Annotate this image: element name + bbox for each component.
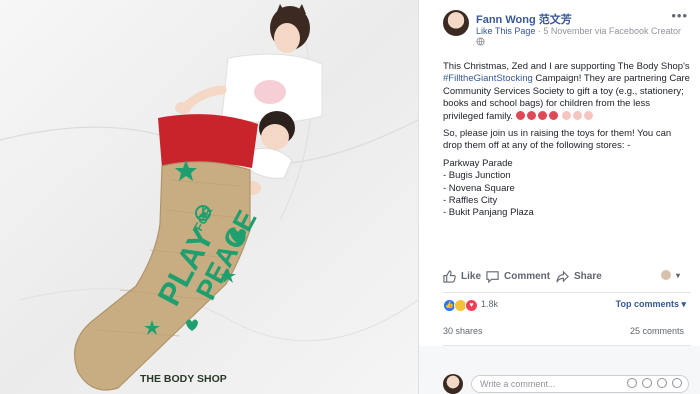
reaction-summary[interactable]: 👍 ♥ 1.8k [443,298,498,312]
comments-count[interactable]: 25 comments [630,326,684,336]
photo-illustration: PLAY FOR PEACE THE BODY SHOP [0,0,418,394]
face-emoji-icon [573,110,583,120]
comment-placeholder: Write a comment... [480,379,556,389]
viewer-avatar [443,374,463,394]
store-item: - Raffles City [443,195,498,207]
chevron-down-icon: ▾ [676,270,681,280]
post-body: This Christmas, Zed and I are supporting… [443,61,691,220]
shares-count[interactable]: 30 shares [443,326,483,336]
divider [443,292,691,293]
store-list: Parkway Parade - Bugis Junction - Novena… [443,158,691,220]
like-button[interactable]: Like [443,270,481,283]
author-avatar[interactable] [443,10,469,36]
post-panel: Fann Wong 范文芳 ••• Like This Page · 5 Nov… [418,0,700,394]
paragraph1-start: This Christmas, Zed and I are supporting… [443,61,690,72]
author-name[interactable]: Fann Wong 范文芳 [476,11,572,27]
share-button[interactable]: Share [556,270,602,283]
speech-bubble-icon [486,271,499,283]
hashtag-link[interactable]: #FilltheGiantStocking [443,73,533,84]
post-photo[interactable]: PLAY FOR PEACE THE BODY SHOP [0,0,418,394]
store-item: Parkway Parade [443,157,513,169]
like-label: Like [461,271,482,282]
stocking-cuff [158,114,258,168]
camera-icon[interactable] [642,378,652,388]
meta-separator: · [537,26,541,36]
small-avatar [661,270,671,280]
like-page-link[interactable]: Like This Page [476,26,535,36]
sticker-icon[interactable] [672,378,682,388]
top-comments-dropdown[interactable]: Top comments ▾ [616,299,686,310]
face-emoji-icon [584,110,594,120]
share-label: Share [574,271,602,282]
face-emoji-icon [562,110,572,120]
globe-icon [476,37,485,48]
audience-selector[interactable]: ▾ [661,270,680,280]
share-arrow-icon [556,270,569,283]
love-reaction-icon: ♥ [465,298,478,312]
store-item: - Novena Square [443,182,515,194]
post-actions: Like Comment Share ▾ [443,270,691,286]
gift-emoji-icon [548,110,558,120]
gift-emoji-icon [526,110,536,120]
comment-label: Comment [504,271,551,282]
post-date[interactable]: 5 November via Facebook Creator [543,26,681,36]
comment-button[interactable]: Comment [486,270,550,283]
composer-icons [627,378,682,388]
emoji-icon[interactable] [627,378,637,388]
stocking-brand: THE BODY SHOP [140,373,227,385]
post-paragraph-1: This Christmas, Zed and I are supporting… [443,61,691,123]
thumbs-up-icon [443,270,456,283]
gif-icon[interactable] [657,378,667,388]
store-item: - Bukit Panjang Plaza [443,207,534,219]
more-icon[interactable]: ••• [671,8,688,23]
post-meta: Like This Page · 5 November via Facebook… [476,26,681,36]
comment-input[interactable]: Write a comment... [471,375,689,393]
post-paragraph-2: So, please join us in raising the toys f… [443,128,672,152]
gift-emoji-icon [537,110,547,120]
reaction-count: 1.8k [481,299,499,309]
gift-emoji-icon [515,110,525,120]
store-item: - Bugis Junction [443,170,511,182]
